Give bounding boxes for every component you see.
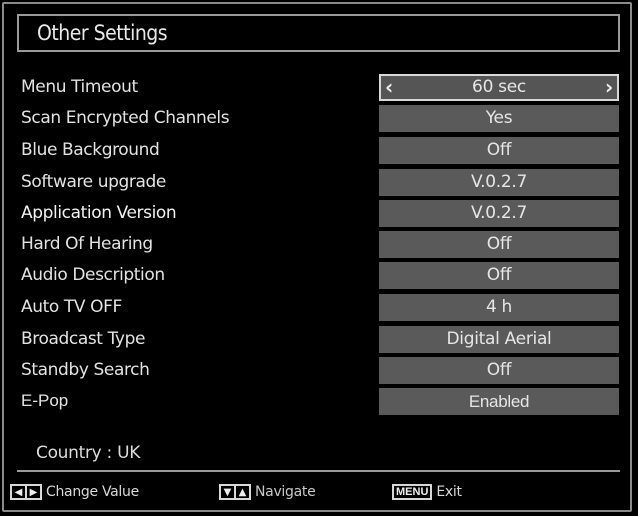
setting-label: Software upgrade — [21, 172, 166, 192]
setting-value-text: Enabled — [468, 392, 530, 411]
down-triangle-icon: ▼ — [223, 486, 232, 498]
down-up-keys-icon: ▼ ▲ — [219, 484, 251, 500]
hint-exit: MENU Exit — [392, 482, 462, 502]
setting-row[interactable]: Broadcast Type Digital Aerial — [0, 326, 638, 354]
setting-label: Blue Background — [21, 140, 160, 160]
setting-row[interactable]: Hard Of Hearing Off — [0, 231, 638, 259]
setting-label: Hard Of Hearing — [21, 234, 153, 254]
setting-value[interactable]: Yes — [379, 105, 619, 132]
setting-value[interactable]: 4 h — [379, 294, 619, 321]
setting-value[interactable]: Digital Aerial — [379, 326, 619, 353]
setting-value-text: 60 sec — [472, 77, 526, 97]
left-triangle-icon: ◀ — [14, 486, 23, 498]
setting-row[interactable]: Auto TV OFF 4 h — [0, 294, 638, 322]
setting-value[interactable]: Off — [379, 357, 619, 384]
hint-change-value: ◀ ▶ Change Value — [10, 482, 139, 502]
setting-value-text: V.0.2.7 — [471, 172, 527, 192]
setting-value[interactable]: Enabled — [379, 388, 619, 415]
hint-navigate: ▼ ▲ Navigate — [219, 482, 316, 502]
setting-label: E-Pop — [21, 391, 69, 410]
exit-label: Exit — [436, 484, 462, 500]
setting-label: Application Version — [21, 203, 177, 223]
setting-value[interactable]: Off — [379, 262, 619, 289]
setting-row[interactable]: Standby Search Off — [0, 357, 638, 385]
setting-value[interactable]: Off — [379, 231, 619, 258]
setting-value[interactable]: V.0.2.7 — [379, 169, 619, 196]
setting-row[interactable]: Blue Background Off — [0, 137, 638, 165]
setting-row[interactable]: E-Pop Enabled — [0, 388, 638, 416]
setting-label: Standby Search — [21, 360, 150, 380]
up-triangle-icon: ▲ — [238, 486, 247, 498]
previous-value-arrow-icon[interactable]: ‹ — [385, 76, 393, 99]
page-title: Other Settings — [37, 21, 168, 45]
setting-row[interactable]: Application Version V.0.2.7 — [0, 200, 638, 228]
navigate-label: Navigate — [255, 484, 316, 500]
setting-value[interactable]: ‹ 60 sec › — [379, 74, 619, 101]
menu-key-icon: MENU — [392, 484, 433, 500]
change-value-label: Change Value — [46, 484, 139, 500]
setting-label: Menu Timeout — [21, 77, 138, 97]
setting-value-text: Digital Aerial — [446, 329, 552, 349]
setting-value-text: Off — [486, 265, 512, 285]
setting-row[interactable]: Audio Description Off — [0, 262, 638, 290]
next-value-arrow-icon[interactable]: › — [605, 76, 613, 99]
setting-value-text: Off — [486, 140, 512, 160]
country-label: Country : UK — [36, 443, 141, 463]
setting-value-text: Off — [486, 234, 512, 254]
setting-value-text: 4 h — [485, 297, 513, 317]
setting-value[interactable]: Off — [379, 137, 619, 164]
setting-label: Audio Description — [21, 265, 165, 285]
setting-row[interactable]: Menu Timeout ‹ 60 sec › — [0, 74, 638, 102]
setting-row[interactable]: Software upgrade V.0.2.7 — [0, 169, 638, 197]
footer-divider — [17, 470, 620, 472]
setting-label: Scan Encrypted Channels — [21, 108, 230, 128]
setting-label: Auto TV OFF — [21, 297, 122, 317]
setting-label: Broadcast Type — [21, 329, 146, 349]
setting-value[interactable]: V.0.2.7 — [379, 200, 619, 227]
setting-value-text: Off — [486, 360, 512, 380]
setting-value-text: Yes — [485, 108, 513, 128]
setting-row[interactable]: Scan Encrypted Channels Yes — [0, 105, 638, 133]
setting-value-text: V.0.2.7 — [471, 203, 527, 223]
title-bar: Other Settings — [17, 14, 620, 52]
left-right-keys-icon: ◀ ▶ — [10, 484, 42, 500]
right-triangle-icon: ▶ — [29, 486, 38, 498]
